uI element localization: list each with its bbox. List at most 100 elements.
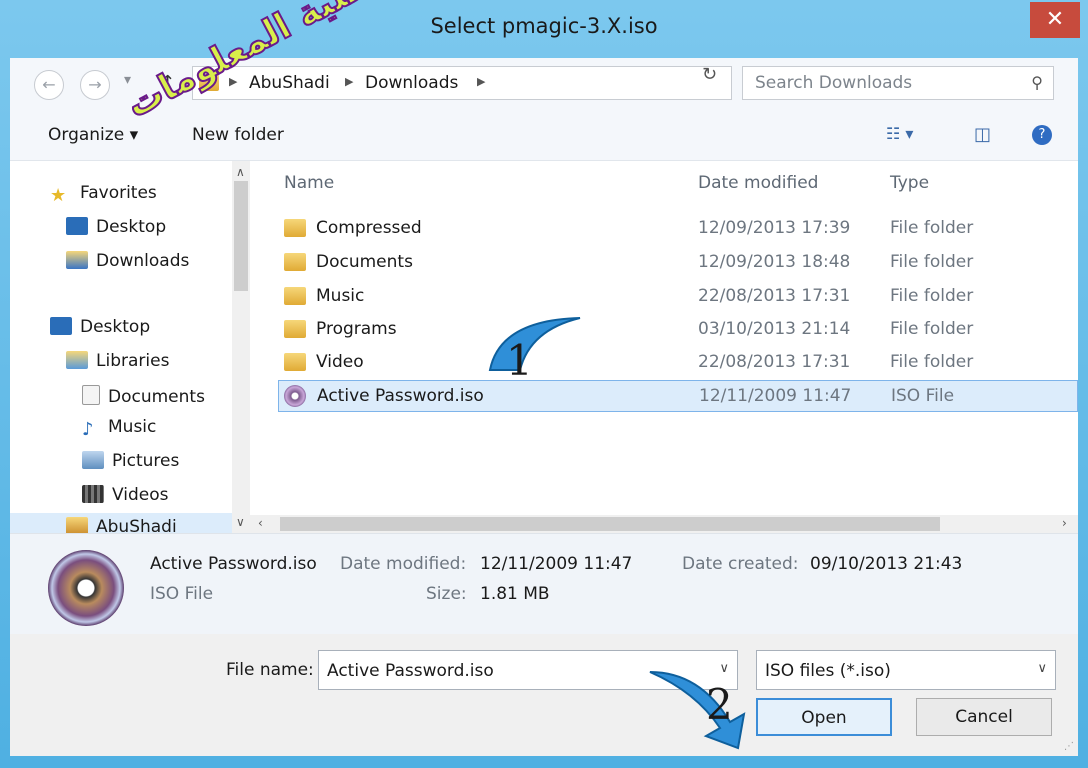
file-type: File folder xyxy=(890,319,974,339)
list-item[interactable]: Documents 12/09/2013 18:48 File folder xyxy=(278,247,1078,279)
file-name: Documents xyxy=(316,252,413,272)
file-type: File folder xyxy=(890,286,974,306)
date-modified-value: 12/11/2009 11:47 xyxy=(480,554,633,574)
file-name: Active Password.iso xyxy=(317,386,484,406)
music-icon: ♪ xyxy=(82,419,94,440)
refresh-icon[interactable]: ↻ xyxy=(702,64,717,85)
scroll-down-icon[interactable]: ∨ xyxy=(236,515,245,529)
file-list: Name Date modified Type Compressed 12/09… xyxy=(250,161,1078,533)
file-date: 22/08/2013 17:31 xyxy=(698,352,851,372)
date-created-value: 09/10/2013 21:43 xyxy=(810,554,963,574)
search-icon[interactable]: ⚲ xyxy=(1031,73,1043,92)
file-type: ISO File xyxy=(891,386,955,406)
file-name: Compressed xyxy=(316,218,422,238)
file-name: Programs xyxy=(316,319,397,339)
chevron-down-icon[interactable]: ∨ xyxy=(1037,661,1047,676)
title-bar: Select pmagic-3.X.iso ✕ xyxy=(0,0,1088,58)
step-2-marker: 2 xyxy=(706,680,733,729)
open-button[interactable]: Open xyxy=(756,698,892,736)
column-header-date-modified[interactable]: Date modified xyxy=(698,173,818,193)
file-type: File folder xyxy=(890,352,974,372)
scrollbar-thumb[interactable] xyxy=(280,517,940,531)
videos-icon xyxy=(82,485,104,503)
file-date: 03/10/2013 21:14 xyxy=(698,319,851,339)
file-name: Music xyxy=(316,286,365,306)
file-name-label: File name: xyxy=(226,660,314,680)
command-toolbar: Organize ▾ New folder ☷ ▾ ◫ ? xyxy=(10,110,1078,161)
folder-icon xyxy=(284,353,306,371)
file-date: 12/09/2013 18:48 xyxy=(698,252,851,272)
step-1-marker: 1 xyxy=(506,336,533,385)
dialog-client: ← → ▾ ↑ ▶ AbuShadi ▶ Downloads ▶ ∨ ↻ Sea… xyxy=(10,58,1078,756)
navigation-pane: ★ Favorites Desktop Downloads Desktop Lib… xyxy=(10,161,250,543)
breadcrumb-abushadi[interactable]: AbuShadi xyxy=(249,73,330,93)
date-modified-label: Date modified: xyxy=(340,554,467,574)
column-header-name[interactable]: Name xyxy=(284,173,334,193)
file-name: Video xyxy=(316,352,364,372)
nav-item-pictures[interactable]: Pictures xyxy=(82,451,179,471)
list-horizontal-scrollbar[interactable]: ‹ › xyxy=(250,515,1078,533)
nav-item-desktop-root[interactable]: Desktop xyxy=(50,317,150,337)
scroll-left-icon[interactable]: ‹ xyxy=(258,516,263,530)
back-icon[interactable]: ← xyxy=(34,70,64,100)
downloads-folder-icon xyxy=(66,251,88,269)
file-name-area: File name: Active Password.iso ∨ ISO fil… xyxy=(10,634,1078,756)
nav-item-music[interactable]: ♪ Music xyxy=(82,417,156,440)
nav-item-libraries[interactable]: Libraries xyxy=(66,351,169,371)
dialog-window: Select pmagic-3.X.iso ✕ ← → ▾ ↑ ▶ AbuSha… xyxy=(0,0,1088,768)
nav-item-favorites[interactable]: ★ Favorites xyxy=(50,183,157,206)
list-item[interactable]: Video 22/08/2013 17:31 File folder xyxy=(278,347,1078,379)
forward-icon[interactable]: → xyxy=(80,70,110,100)
scrollbar-thumb[interactable] xyxy=(234,181,248,291)
address-bar[interactable]: ▶ AbuShadi ▶ Downloads ▶ ∨ xyxy=(192,66,845,100)
search-input[interactable]: Search Downloads ⚲ xyxy=(742,66,1054,100)
file-name-value: Active Password.iso xyxy=(327,661,494,681)
nav-item-downloads[interactable]: Downloads xyxy=(66,251,189,271)
nav-item-desktop[interactable]: Desktop xyxy=(66,217,166,237)
folder-icon xyxy=(284,219,306,237)
resize-grip-icon[interactable]: ⋰ xyxy=(1064,741,1074,752)
step-arrow-icon xyxy=(488,317,581,371)
list-item[interactable]: Programs 03/10/2013 21:14 File folder xyxy=(278,314,1078,346)
nav-item-documents[interactable]: Documents xyxy=(82,385,205,407)
folder-icon xyxy=(284,253,306,271)
scroll-right-icon[interactable]: › xyxy=(1062,516,1067,530)
window-title: Select pmagic-3.X.iso xyxy=(430,14,658,38)
new-folder-button[interactable]: New folder xyxy=(192,125,284,145)
folder-icon xyxy=(284,287,306,305)
view-options-icon[interactable]: ☷ ▾ xyxy=(886,124,913,143)
folder-icon xyxy=(284,320,306,338)
file-date: 22/08/2013 17:31 xyxy=(698,286,851,306)
size-label: Size: xyxy=(426,584,467,604)
file-type-filter-value: ISO files (*.iso) xyxy=(765,661,891,681)
close-button[interactable]: ✕ xyxy=(1030,2,1080,38)
file-type-filter-select[interactable]: ISO files (*.iso) ∨ xyxy=(756,650,1056,690)
chevron-right-icon[interactable]: ▶ xyxy=(477,75,485,88)
file-date: 12/09/2013 17:39 xyxy=(698,218,851,238)
preview-pane-icon[interactable]: ◫ xyxy=(974,124,991,145)
organize-button[interactable]: Organize ▾ xyxy=(48,125,138,145)
star-icon: ★ xyxy=(50,185,67,206)
chevron-right-icon: ▶ xyxy=(345,75,354,88)
list-item-selected[interactable]: Active Password.iso 12/11/2009 11:47 ISO… xyxy=(278,380,1078,412)
libraries-icon xyxy=(66,351,88,369)
desktop-icon xyxy=(66,217,88,235)
nav-item-videos[interactable]: Videos xyxy=(82,485,169,505)
list-item[interactable]: Compressed 12/09/2013 17:39 File folder xyxy=(278,213,1078,245)
step-arrow-icon xyxy=(649,671,746,750)
nav-vertical-scrollbar[interactable]: ∧ ∨ xyxy=(232,161,250,533)
breadcrumb-downloads[interactable]: Downloads xyxy=(365,73,458,93)
disc-image-icon xyxy=(48,550,124,626)
cancel-button[interactable]: Cancel xyxy=(916,698,1052,736)
file-date: 12/11/2009 11:47 xyxy=(699,386,852,406)
scroll-up-icon[interactable]: ∧ xyxy=(236,165,245,179)
size-value: 1.81 MB xyxy=(480,584,550,604)
file-type: File folder xyxy=(890,218,974,238)
help-icon[interactable]: ? xyxy=(1032,125,1052,145)
date-created-label: Date created: xyxy=(682,554,799,574)
disc-image-icon xyxy=(284,385,306,407)
file-type: File folder xyxy=(890,252,974,272)
list-item[interactable]: Music 22/08/2013 17:31 File folder xyxy=(278,281,1078,313)
documents-icon xyxy=(82,385,100,405)
column-header-type[interactable]: Type xyxy=(890,173,929,193)
